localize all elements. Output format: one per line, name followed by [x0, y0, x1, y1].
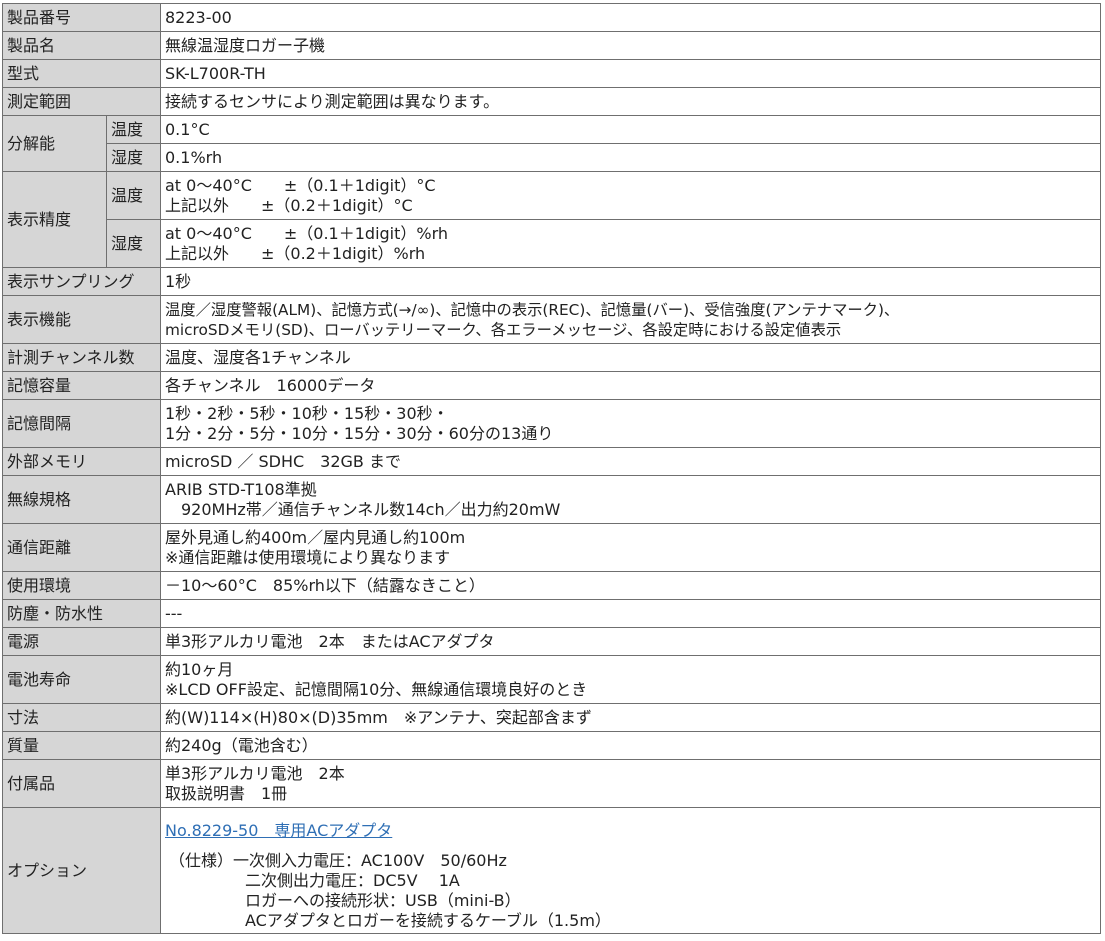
row-display: 表示機能 温度／湿度警報(ALM)、記憶方式(→/∞)、記憶中の表示(REC)、…: [2, 295, 1101, 344]
value-dimensions: 約(W)114×(H)80×(D)35mm ※アンテナ、突起部含まず: [160, 703, 1101, 732]
value-channels: 温度、湿度各1チャンネル: [160, 343, 1101, 372]
value-product-name: 無線温湿度ロガー子機: [160, 31, 1101, 60]
row-resolution-temp: 分解能 温度 0.1°C: [2, 115, 1101, 172]
label-dustproof: 防塵・防水性: [2, 599, 161, 628]
label-wireless: 無線規格: [2, 475, 161, 524]
row-dimensions: 寸法 約(W)114×(H)80×(D)35mm ※アンテナ、突起部含まず: [2, 703, 1101, 732]
row-capacity: 記憶容量 各チャンネル 16000データ: [2, 371, 1101, 400]
value-wireless: ARIB STD-T108準拠 920MHz帯／通信チャンネル数14ch／出力約…: [160, 475, 1101, 524]
label-channels: 計測チャンネル数: [2, 343, 161, 372]
label-sampling: 表示サンプリング: [2, 267, 161, 296]
value-distance: 屋外見通し約400m／屋内見通し約100m ※通信距離は使用環境により異なります: [160, 523, 1101, 572]
label-distance: 通信距離: [2, 523, 161, 572]
value-environment: －10～60°C 85%rh以下（結露なきこと）: [160, 571, 1101, 600]
value-model: SK-L700R-TH: [160, 59, 1101, 88]
row-model: 型式 SK-L700R-TH: [2, 59, 1101, 88]
option-spec-prefix: （仕様）: [169, 850, 234, 870]
row-product-no: 製品番号 8223-00: [2, 3, 1101, 32]
value-accuracy-temp: at 0～40°C ±（0.1＋1digit）°C 上記以外 ±（0.2＋1di…: [160, 171, 1101, 220]
label-power: 電源: [2, 627, 161, 656]
row-interval: 記憶間隔 1秒・2秒・5秒・10秒・15秒・30秒・ 1分・2分・5分・10分・…: [2, 399, 1101, 448]
value-power: 単3形アルカリ電池 2本 またはACアダプタ: [160, 627, 1101, 656]
option-spec-line-2: 二次側出力電圧：DC5V 1A: [245, 870, 460, 890]
value-option: No.8229-50 専用ACアダプタ （仕様）一次側入力電圧：AC100V 5…: [160, 807, 1101, 934]
label-accuracy-temp: 温度: [106, 171, 161, 220]
label-product-no: 製品番号: [2, 3, 161, 32]
label-accuracy-hum: 湿度: [106, 219, 161, 268]
label-model: 型式: [2, 59, 161, 88]
label-mass: 質量: [2, 731, 161, 760]
label-resolution-hum: 湿度: [106, 143, 161, 172]
row-option: オプション No.8229-50 専用ACアダプタ （仕様）一次側入力電圧：AC…: [2, 807, 1101, 934]
label-product-name: 製品名: [2, 31, 161, 60]
label-display: 表示機能: [2, 295, 161, 344]
row-environment: 使用環境 －10～60°C 85%rh以下（結露なきこと）: [2, 571, 1101, 600]
row-dustproof: 防塵・防水性 ---: [2, 599, 1101, 628]
row-distance: 通信距離 屋外見通し約400m／屋内見通し約100m ※通信距離は使用環境により…: [2, 523, 1101, 572]
label-accuracy: 表示精度: [2, 171, 107, 268]
label-resolution: 分解能: [2, 115, 107, 172]
row-ext-memory: 外部メモリ microSD ／ SDHC 32GB まで: [2, 447, 1101, 476]
label-dimensions: 寸法: [2, 703, 161, 732]
label-environment: 使用環境: [2, 571, 161, 600]
option-spec-input: 一次側入力電圧：AC100V 50/60Hz: [233, 850, 507, 870]
value-dustproof: ---: [160, 599, 1101, 628]
label-resolution-temp: 温度: [106, 115, 161, 144]
label-option: オプション: [2, 807, 161, 934]
option-spec-line-1: （仕様）一次側入力電圧：AC100V 50/60Hz: [169, 851, 1096, 871]
row-resolution-hum: 湿度 0.1%rh: [3, 143, 1101, 172]
row-range: 測定範囲 接続するセンサにより測定範囲は異なります。: [2, 87, 1101, 116]
value-accuracy-hum: at 0～40°C ±（0.1＋1digit）%rh 上記以外 ±（0.2＋1d…: [160, 219, 1101, 268]
option-ac-adapter-link[interactable]: No.8229-50 専用ACアダプタ: [165, 821, 392, 841]
label-range: 測定範囲: [2, 87, 161, 116]
row-power: 電源 単3形アルカリ電池 2本 またはACアダプタ: [2, 627, 1101, 656]
row-mass: 質量 約240g（電池含む）: [2, 731, 1101, 760]
option-spec-line-3: ロガーへの接続形状：USB（mini-B）: [245, 890, 521, 910]
value-mass: 約240g（電池含む）: [160, 731, 1101, 760]
row-accuracy-hum: 湿度 at 0～40°C ±（0.1＋1digit）%rh 上記以外 ±（0.2…: [3, 219, 1101, 268]
option-spec-line-4: ACアダプタとロガーを接続するケーブル（1.5m）: [245, 910, 611, 930]
label-accessories: 付属品: [2, 759, 161, 808]
label-ext-memory: 外部メモリ: [2, 447, 161, 476]
row-channels: 計測チャンネル数 温度、湿度各1チャンネル: [2, 343, 1101, 372]
value-battery-life: 約10ヶ月 ※LCD OFF設定、記憶間隔10分、無線通信環境良好のとき: [160, 655, 1101, 704]
row-accessories: 付属品 単3形アルカリ電池 2本 取扱説明書 1冊: [2, 759, 1101, 808]
value-product-no: 8223-00: [160, 3, 1101, 32]
row-accuracy-temp: 表示精度 温度 at 0～40°C ±（0.1＋1digit）°C 上記以外 ±…: [2, 171, 1101, 268]
option-spec-block: （仕様）一次側入力電圧：AC100V 50/60Hz 二次側出力電圧：DC5V …: [165, 851, 1096, 931]
label-capacity: 記憶容量: [2, 371, 161, 400]
value-resolution-temp: 0.1°C: [160, 115, 1101, 144]
row-sampling: 表示サンプリング 1秒: [2, 267, 1101, 296]
label-battery-life: 電池寿命: [2, 655, 161, 704]
value-display: 温度／湿度警報(ALM)、記憶方式(→/∞)、記憶中の表示(REC)、記憶量(バ…: [160, 295, 1101, 344]
value-resolution-hum: 0.1%rh: [160, 143, 1101, 172]
label-interval: 記憶間隔: [2, 399, 161, 448]
row-wireless: 無線規格 ARIB STD-T108準拠 920MHz帯／通信チャンネル数14c…: [2, 475, 1101, 524]
value-range: 接続するセンサにより測定範囲は異なります。: [160, 87, 1101, 116]
value-ext-memory: microSD ／ SDHC 32GB まで: [160, 447, 1101, 476]
row-battery-life: 電池寿命 約10ヶ月 ※LCD OFF設定、記憶間隔10分、無線通信環境良好のと…: [2, 655, 1101, 704]
value-interval: 1秒・2秒・5秒・10秒・15秒・30秒・ 1分・2分・5分・10分・15分・3…: [160, 399, 1101, 448]
spec-table: 製品番号 8223-00 製品名 無線温湿度ロガー子機 型式 SK-L700R-…: [2, 3, 1101, 934]
row-product-name: 製品名 無線温湿度ロガー子機: [2, 31, 1101, 60]
value-capacity: 各チャンネル 16000データ: [160, 371, 1101, 400]
value-accessories: 単3形アルカリ電池 2本 取扱説明書 1冊: [160, 759, 1101, 808]
value-sampling: 1秒: [160, 267, 1101, 296]
